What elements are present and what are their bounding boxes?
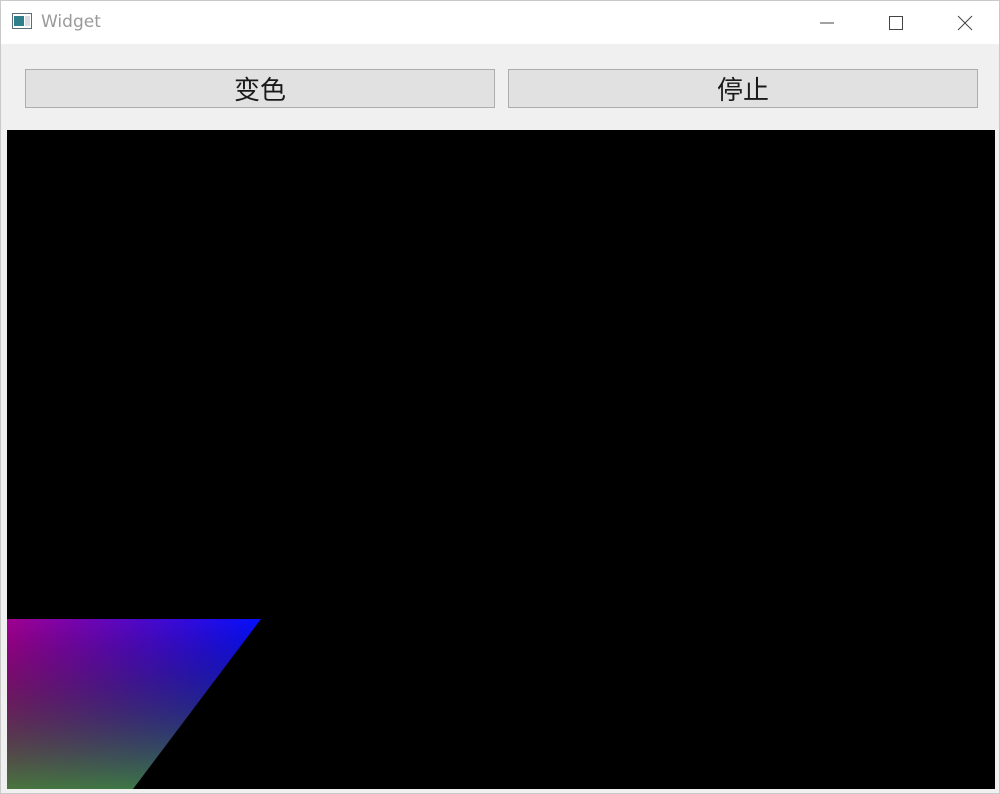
app-window: Widget 变色 停止	[0, 0, 1000, 794]
stop-button[interactable]: 停止	[508, 69, 978, 108]
window-title: Widget	[41, 12, 101, 32]
maximize-icon	[889, 15, 903, 30]
title-bar[interactable]: Widget	[1, 1, 999, 44]
window-icon	[12, 13, 32, 29]
maximize-button[interactable]	[862, 1, 930, 44]
minimize-icon	[820, 22, 834, 23]
close-button[interactable]	[931, 1, 999, 44]
gradient-triangle	[7, 619, 261, 789]
close-icon	[957, 15, 973, 30]
opengl-canvas[interactable]	[7, 130, 995, 789]
minimize-button[interactable]	[793, 1, 861, 44]
change-color-button[interactable]: 变色	[25, 69, 495, 108]
gradient-triangle-svg	[7, 619, 261, 789]
